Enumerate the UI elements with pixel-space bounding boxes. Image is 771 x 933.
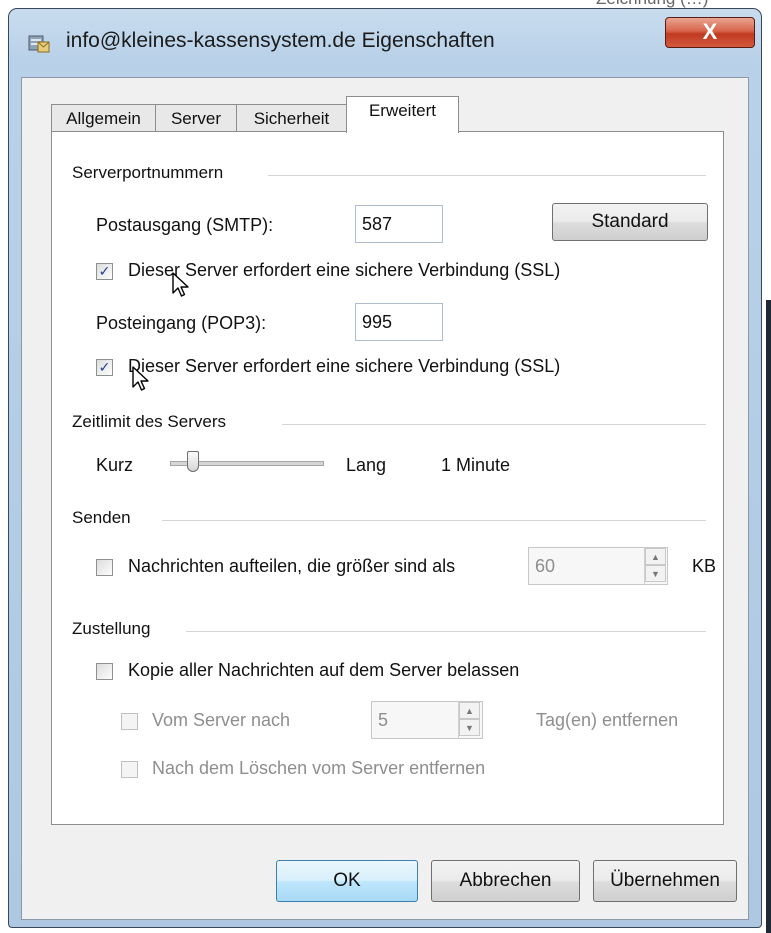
smtp-port-input[interactable]: 587 xyxy=(355,205,443,243)
remove-after-spinner[interactable]: ▲ ▼ xyxy=(458,702,480,738)
timeout-value-label: 1 Minute xyxy=(441,455,511,475)
split-size-value: 60 xyxy=(535,556,556,576)
group-divider xyxy=(186,631,706,632)
standard-button[interactable]: Standard xyxy=(552,203,708,241)
split-messages-checkbox[interactable] xyxy=(96,559,113,576)
spin-up-icon[interactable]: ▲ xyxy=(645,548,666,565)
ssl-smtp-checkbox[interactable]: ✓ xyxy=(96,263,113,280)
pop3-label: Posteingang (POP3): xyxy=(96,313,267,333)
serverports-group-label: Serverportnummern xyxy=(72,163,234,183)
close-button[interactable]: X xyxy=(665,17,755,48)
spin-down-icon[interactable]: ▼ xyxy=(459,719,480,736)
ssl-pop3-label: Dieser Server erfordert eine sichere Ver… xyxy=(128,356,561,376)
tab-allgemein[interactable]: Allgemein xyxy=(51,104,156,132)
spin-up-icon[interactable]: ▲ xyxy=(459,702,480,719)
tab-sicherheit[interactable]: Sicherheit xyxy=(236,104,347,132)
remove-after-days-value: 5 xyxy=(378,710,389,730)
split-size-unit: KB xyxy=(692,556,717,576)
ssl-smtp-label: Dieser Server erfordert eine sichere Ver… xyxy=(128,260,561,280)
group-divider xyxy=(162,520,706,521)
remove-on-delete-label: Nach dem Löschen vom Server entfernen xyxy=(152,758,486,778)
tab-server[interactable]: Server xyxy=(155,104,237,132)
background-window-edge xyxy=(766,300,771,933)
dialog-title: info@kleines-kassensystem.de Eigenschaft… xyxy=(66,29,495,52)
apply-button[interactable]: Übernehmen xyxy=(593,860,737,902)
remove-after-suffix: Tag(en) entfernen xyxy=(536,710,679,730)
tab-erweitert[interactable]: Erweitert xyxy=(346,96,459,133)
cancel-button[interactable]: Abbrechen xyxy=(431,860,580,902)
delivery-group-label: Zustellung xyxy=(72,619,161,639)
pop3-port-input[interactable]: 995 xyxy=(355,303,443,341)
ssl-pop3-checkbox[interactable]: ✓ xyxy=(96,359,113,376)
split-messages-label: Nachrichten aufteilen, die größer sind a… xyxy=(128,556,456,576)
remove-on-delete-checkbox[interactable] xyxy=(121,761,138,778)
split-size-spinner[interactable]: ▲ ▼ xyxy=(644,548,666,584)
timeout-slider-thumb[interactable] xyxy=(186,451,199,472)
group-divider xyxy=(268,175,706,176)
mail-account-icon xyxy=(27,31,51,55)
group-divider xyxy=(282,424,706,425)
remove-after-label: Vom Server nach xyxy=(152,710,291,730)
remove-after-checkbox[interactable] xyxy=(121,713,138,730)
spin-down-icon[interactable]: ▼ xyxy=(645,565,666,582)
smtp-label: Postausgang (SMTP): xyxy=(96,215,274,235)
send-group-label: Senden xyxy=(72,508,141,528)
slider-long-label: Lang xyxy=(346,455,387,475)
slider-short-label: Kurz xyxy=(96,455,134,475)
keep-copy-label: Kopie aller Nachrichten auf dem Server b… xyxy=(128,660,520,680)
keep-copy-checkbox[interactable] xyxy=(96,663,113,680)
ok-button[interactable]: OK xyxy=(276,860,418,902)
timeout-group-label: Zeitlimit des Servers xyxy=(72,412,236,432)
